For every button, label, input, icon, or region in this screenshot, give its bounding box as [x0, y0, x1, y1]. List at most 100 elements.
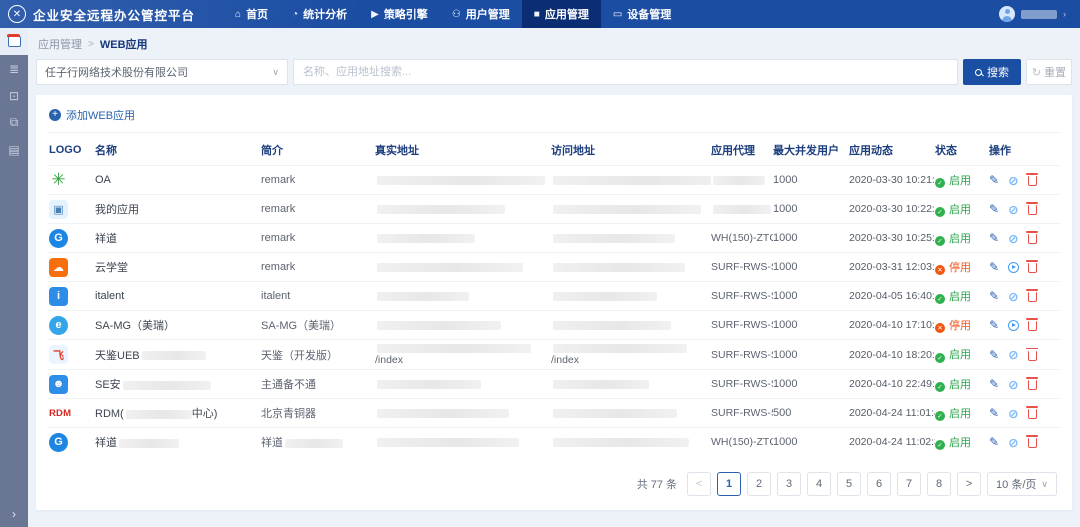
nav-item-stats[interactable]: ◔统计分析 — [280, 0, 359, 28]
add-web-app-button[interactable]: + 添加WEB应用 — [49, 107, 135, 123]
delete-button[interactable] — [1028, 321, 1037, 331]
sidebar-item-grid[interactable]: ▤ — [0, 136, 28, 163]
disable-button[interactable]: ⊘ — [1008, 435, 1018, 450]
edit-button[interactable]: ✎ — [989, 406, 999, 420]
edit-button[interactable]: ✎ — [989, 260, 999, 274]
edit-button[interactable]: ✎ — [989, 289, 999, 303]
redacted-text — [126, 410, 192, 419]
status-dot-icon: ✓ — [935, 294, 945, 304]
page-buttons: 12345678 — [717, 472, 951, 496]
disable-button[interactable]: ⊘ — [1008, 173, 1018, 188]
disable-button[interactable]: ⊘ — [1008, 231, 1018, 246]
delete-button[interactable] — [1028, 292, 1037, 302]
visit-address — [551, 407, 711, 419]
table-row: ▣ 我的应用 remark 1000 2020-03-30 10:22:41 ✓… — [47, 194, 1061, 223]
nav-item-policy[interactable]: ▶策略引擎 — [359, 0, 440, 28]
edit-button[interactable]: ✎ — [989, 202, 999, 216]
delete-button[interactable] — [1028, 380, 1037, 390]
page-button-8[interactable]: 8 — [927, 472, 951, 496]
next-page-button[interactable]: > — [957, 472, 981, 496]
page-button-4[interactable]: 4 — [807, 472, 831, 496]
column-header: 应用动态 — [849, 142, 935, 158]
redacted-text — [553, 234, 675, 243]
disable-button[interactable]: ⊘ — [1008, 202, 1018, 217]
delete-button[interactable] — [1028, 263, 1037, 273]
table-row: RDM RDM(中心) 北京青铜器 SURF-RWS-S 500 2020-04… — [47, 398, 1061, 427]
sidebar-item-database[interactable]: ≣ — [0, 55, 28, 82]
sidebar-collapse-arrow[interactable]: › — [0, 507, 28, 521]
redacted-text — [553, 205, 701, 214]
sidebar-items: ≣⊡⧉▤ — [0, 28, 28, 163]
disable-button[interactable]: ⊘ — [1008, 377, 1018, 392]
max-concurrent-users: 1000 — [773, 261, 849, 273]
real-address: /index — [375, 342, 551, 367]
delete-button[interactable] — [1028, 234, 1037, 244]
page-size-select[interactable]: 10 条/页 ∨ — [987, 472, 1057, 496]
page-button-6[interactable]: 6 — [867, 472, 891, 496]
breadcrumb-parent[interactable]: 应用管理 — [38, 36, 82, 52]
delete-button[interactable] — [1028, 409, 1037, 419]
status-dot-icon: ✓ — [935, 236, 945, 246]
page-button-1[interactable]: 1 — [717, 472, 741, 496]
status-badge: ✓启用 — [935, 201, 989, 218]
edit-button[interactable]: ✎ — [989, 435, 999, 449]
sidebar-item-topology[interactable]: ⧉ — [0, 109, 28, 136]
edit-button[interactable]: ✎ — [989, 173, 999, 187]
redacted-text — [553, 438, 689, 447]
company-select[interactable]: 任子行网络技术股份有限公司 ∨ — [36, 59, 288, 85]
edit-button[interactable]: ✎ — [989, 231, 999, 245]
table-row: ✳ OA remark 1000 2020-03-30 10:21:42 ✓启用… — [47, 165, 1061, 194]
nav-item-home[interactable]: ⌂首页 — [223, 0, 280, 28]
real-address — [375, 378, 551, 390]
user-menu[interactable]: › — [999, 6, 1080, 22]
redacted-text — [119, 439, 179, 448]
app-proxy: SURF-RWS-S — [711, 349, 773, 361]
home-icon: ⌂ — [235, 9, 241, 20]
redacted-text — [377, 438, 519, 447]
chevron-down-icon: ∨ — [272, 67, 279, 78]
nav-item-apps[interactable]: ■应用管理 — [522, 0, 601, 28]
delete-button[interactable] — [1028, 176, 1037, 186]
edit-button[interactable]: ✎ — [989, 377, 999, 391]
app-proxy: WH(150)-ZTG — [711, 436, 773, 448]
table-row: 飞 天鉴UEB 天鉴（开发版） /index /index SURF-RWS-S… — [47, 339, 1061, 369]
sidebar-item-web-apps[interactable] — [0, 28, 28, 55]
page-button-2[interactable]: 2 — [747, 472, 771, 496]
devices-icon: ▭ — [613, 9, 622, 20]
enable-button[interactable] — [1008, 320, 1019, 331]
disable-button[interactable]: ⊘ — [1008, 289, 1018, 304]
users-icon: ⚇ — [452, 9, 461, 20]
max-concurrent-users: 500 — [773, 407, 849, 419]
app-description: italent — [261, 290, 375, 302]
real-address — [375, 232, 551, 244]
page-button-3[interactable]: 3 — [777, 472, 801, 496]
edit-button[interactable]: ✎ — [989, 318, 999, 332]
sidebar-item-monitor[interactable]: ⊡ — [0, 82, 28, 109]
prev-page-button[interactable]: < — [687, 472, 711, 496]
app-name: 我的应用 — [95, 201, 261, 217]
nav-item-devices[interactable]: ▭设备管理 — [601, 0, 683, 28]
reset-button[interactable]: ↻ 重置 — [1026, 59, 1072, 85]
card-toolbar: + 添加WEB应用 — [47, 104, 1061, 133]
max-concurrent-users: 1000 — [773, 436, 849, 448]
disable-button[interactable]: ⊘ — [1008, 406, 1018, 421]
delete-button[interactable] — [1028, 438, 1037, 448]
visit-address — [551, 232, 711, 244]
search-input[interactable] — [293, 59, 958, 85]
row-actions: ✎⊘ — [989, 406, 1051, 421]
page-button-5[interactable]: 5 — [837, 472, 861, 496]
nav-item-users[interactable]: ⚇用户管理 — [440, 0, 522, 28]
redacted-text — [553, 380, 649, 389]
app-activity-time: 2020-03-30 10:25:17 — [849, 232, 935, 244]
app-logo: 飞 — [49, 345, 68, 364]
delete-button[interactable] — [1028, 205, 1037, 215]
platform-logo-icon: ✕ — [8, 5, 26, 23]
search-button[interactable]: 搜索 — [963, 59, 1021, 85]
address-path: /index — [551, 354, 705, 367]
delete-button[interactable] — [1028, 351, 1037, 361]
disable-button[interactable]: ⊘ — [1008, 347, 1018, 362]
edit-button[interactable]: ✎ — [989, 348, 999, 362]
page-button-7[interactable]: 7 — [897, 472, 921, 496]
enable-button[interactable] — [1008, 262, 1019, 273]
app-logo: i — [49, 287, 68, 306]
